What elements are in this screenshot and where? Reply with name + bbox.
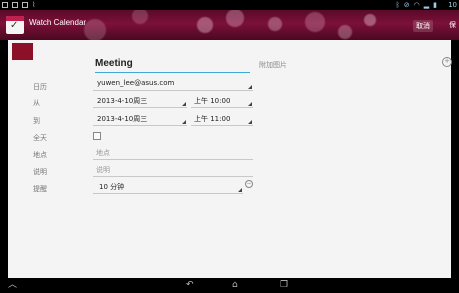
save-button[interactable]: 保 (449, 20, 456, 30)
to-label: 到 (33, 117, 40, 125)
dropdown-corner-icon (238, 188, 242, 192)
to-time-value: 上午 11:00 (194, 115, 231, 123)
reminder-select[interactable]: 10 分钟 (93, 182, 243, 194)
location-label: 地点 (33, 151, 47, 159)
mail-icon (22, 2, 28, 8)
from-date-value: 2013-4-10周三 (97, 97, 148, 105)
calendar-value: yuwen_lee@asus.com (97, 79, 175, 87)
dropdown-corner-icon (182, 102, 186, 106)
status-icons: ᛒ ⊘ ◠ ▂ ▮ (396, 0, 437, 10)
usb-icon: ⌇ (32, 1, 36, 9)
add-attachment-icon[interactable]: + (442, 57, 452, 67)
reminder-label: 提醒 (33, 185, 47, 193)
back-icon[interactable]: ↶ (186, 280, 194, 291)
dropdown-corner-icon (248, 85, 252, 89)
description-label: 说明 (33, 168, 47, 176)
from-time-value: 上午 10:00 (194, 97, 231, 105)
calendar-app-icon[interactable] (6, 16, 24, 34)
home-icon[interactable]: ⌂ (232, 280, 238, 291)
to-time-select[interactable]: 上午 11:00 (191, 114, 253, 126)
location-placeholder: 地点 (96, 149, 110, 157)
notification-icon (2, 2, 8, 8)
wifi-icon: ◠ (413, 1, 420, 9)
dropdown-corner-icon (182, 120, 186, 124)
attach-image-label[interactable]: 附加图片 (259, 60, 287, 70)
calendar-label: 日历 (33, 83, 47, 91)
up-arrow-icon[interactable]: ︿ (8, 280, 17, 291)
reminder-value: 10 分钟 (99, 183, 125, 191)
allday-checkbox[interactable] (93, 132, 101, 140)
screenshot-icon (12, 2, 18, 8)
location-input[interactable]: 地点 (93, 148, 253, 160)
dropdown-corner-icon (248, 102, 252, 106)
app-header: Watch Calendar 取消 保 (0, 10, 459, 40)
signal-icon: ▂ (423, 1, 430, 9)
description-input[interactable]: 说明 (93, 165, 253, 177)
navigation-bar: ︿ ↶ ⌂ ❐ (0, 278, 459, 293)
left-bezel (0, 40, 8, 278)
event-color-swatch[interactable] (12, 43, 33, 60)
calendar-select[interactable]: yuwen_lee@asus.com (93, 79, 253, 91)
dropdown-corner-icon (248, 120, 252, 124)
recent-apps-icon[interactable]: ❐ (280, 280, 288, 291)
right-bezel (451, 40, 459, 278)
to-date-value: 2013-4-10周三 (97, 115, 148, 123)
battery-icon: ▮ (433, 1, 437, 9)
event-title-input[interactable]: Meeting (95, 58, 250, 73)
allday-label: 全天 (33, 134, 47, 142)
from-time-select[interactable]: 上午 10:00 (191, 96, 253, 108)
cancel-button[interactable]: 取消 (413, 20, 433, 32)
no-signal-icon: ⊘ (403, 1, 410, 9)
status-bar: ⌇ ᛒ ⊘ ◠ ▂ ▮ 10 (0, 0, 459, 10)
app-title: Watch Calendar (29, 18, 87, 27)
from-date-select[interactable]: 2013-4-10周三 (93, 96, 187, 108)
remove-reminder-icon[interactable]: − (245, 180, 253, 188)
status-time: 10 (448, 1, 457, 9)
from-label: 从 (33, 99, 40, 107)
description-placeholder: 说明 (96, 166, 110, 174)
to-date-select[interactable]: 2013-4-10周三 (93, 114, 187, 126)
bluetooth-icon: ᛒ (395, 1, 400, 9)
